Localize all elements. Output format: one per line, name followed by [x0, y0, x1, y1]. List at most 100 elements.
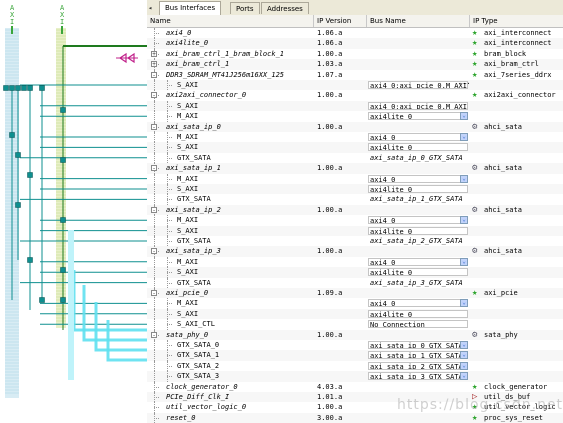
bus-name-field[interactable]: axi4_0: [368, 257, 468, 266]
row-name: M_AXI: [177, 299, 199, 308]
column-header-bus-name[interactable]: Bus Name: [367, 15, 470, 27]
ip-instance-row[interactable]: - axi_pcie_0 1.09.a ★ axi_pcie: [147, 288, 563, 299]
ip-instance-row[interactable]: - axi_sata_ip_1 1.00.a ⚙ ahci_sata: [147, 163, 563, 174]
bus-name-field[interactable]: axi4_0: [368, 133, 468, 141]
bus-interface-row[interactable]: S_AXI axi4_0:axi_pcie_0.M_AXI: [147, 100, 563, 112]
ip-instance-row[interactable]: axi4lite_0 1.06.a ★ axi_interconnect: [147, 38, 563, 49]
expand-icon[interactable]: +: [151, 61, 157, 68]
ip-instance-row[interactable]: - axi2axi_connector_0 1.00.a ★ axi2axi_conne…: [147, 90, 563, 101]
bus-interface-row[interactable]: S_AXI axi4lite_0: [147, 267, 563, 278]
bus-interface-row[interactable]: S_AXI axi4lite_0: [147, 184, 563, 195]
bus-name-field[interactable]: axi_sata_ip_0_GTX_SATA: [368, 341, 468, 349]
row-name: axi4lite_0: [166, 39, 209, 48]
collapse-icon[interactable]: -: [151, 92, 157, 99]
bus-name-field[interactable]: axi_sata_ip_2_GTX_SATA: [368, 361, 468, 370]
ip-instance-row[interactable]: - axi_sata_ip_2 1.00.a ⚙ ahci_sata: [147, 204, 563, 216]
bus-interface-row[interactable]: GTX_SATA_1 axi_sata_ip_1_GTX_SATA ⌄: [147, 350, 563, 361]
tree-guide: [154, 340, 155, 351]
bus-name-field[interactable]: axi4lite_0: [368, 112, 468, 121]
chevron-down-icon[interactable]: ⌄: [460, 257, 468, 266]
ip-instance-row[interactable]: - DDR3_SDRAM_MT41J256m16XX_125 1.07.a ★ axi_…: [147, 69, 563, 80]
chevron-down-icon[interactable]: ⌄: [460, 174, 468, 183]
bus-interface-row[interactable]: M_AXI axi4_0 ⌄: [147, 298, 563, 309]
ip-instance-row[interactable]: - axi_sata_ip_3 1.00.a ⚙ ahci_sata: [147, 246, 563, 257]
chevron-down-icon[interactable]: ⌄: [460, 361, 468, 370]
bus-node: [3, 85, 9, 91]
chevron-down-icon[interactable]: ⌄: [460, 372, 468, 381]
tab-bus-interfaces[interactable]: Bus Interfaces: [159, 1, 222, 15]
bus-interface-row[interactable]: GTX_SATA axi_sata_ip_0_GTX_SATA: [147, 152, 563, 164]
collapse-icon[interactable]: -: [151, 331, 157, 338]
chevron-down-icon[interactable]: ⌄: [460, 216, 468, 225]
tree-guide: [154, 100, 155, 112]
bus-interface-row[interactable]: M_AXI axi4_0 ⌄: [147, 256, 563, 268]
column-header-name[interactable]: Name: [147, 15, 314, 27]
bus-interface-row[interactable]: GTX_SATA axi_sata_ip_2_GTX_SATA: [147, 236, 563, 247]
chevron-down-icon[interactable]: ⌄: [460, 112, 468, 121]
ip-instance-row[interactable]: axi4_0 1.06.a ★ axi_interconnect: [147, 28, 563, 39]
bus-interface-row[interactable]: GTX_SATA axi_sata_ip_3_GTX_SATA: [147, 277, 563, 288]
expand-icon[interactable]: +: [151, 50, 157, 57]
tree-guide: [154, 371, 155, 382]
column-header-ip-version[interactable]: IP Version: [314, 15, 367, 27]
bus-interface-row[interactable]: M_AXI axi4_0 ⌄: [147, 215, 563, 226]
collapse-icon[interactable]: -: [151, 165, 157, 172]
collapse-icon[interactable]: -: [151, 248, 157, 255]
chevron-down-icon[interactable]: ⌄: [460, 133, 468, 141]
row-name: axi_pcie_0: [166, 289, 209, 297]
ip-instance-row[interactable]: reset_0 3.00.a ★ proc_sys_reset: [147, 412, 563, 423]
table-header: Name IP Version Bus Name IP Type: [147, 15, 563, 28]
ip-instance-row[interactable]: - sata_phy_0 1.00.a ⚙ sata_phy: [147, 329, 563, 340]
bus-interface-row[interactable]: GTX_SATA_0 axi_sata_ip_0_GTX_SATA ⌄: [147, 340, 563, 351]
chevron-down-icon[interactable]: ⌄: [460, 351, 468, 360]
bus-interface-row[interactable]: S_AXI_CTL No Connection: [147, 319, 563, 330]
bus-name-field[interactable]: axi4_0: [368, 174, 468, 183]
bus-interface-row[interactable]: M_AXI axi4lite_0 ⌄: [147, 111, 563, 122]
browse-button[interactable]: ···: [458, 81, 471, 89]
row-ip-type: axi_pcie: [484, 289, 518, 297]
bus-name-field[interactable]: axi4lite_0: [368, 226, 468, 235]
bus-name-field[interactable]: axi4lite_0: [368, 268, 468, 277]
bus-interface-row[interactable]: S_AXI axi4lite_0: [147, 308, 563, 320]
bus-name-field[interactable]: No Connection: [368, 320, 468, 329]
tab-addresses[interactable]: Addresses: [261, 2, 309, 14]
bus-name-field[interactable]: axi4_0: [368, 299, 468, 308]
bus-interface-row[interactable]: GTX_SATA axi_sata_ip_1_GTX_SATA: [147, 194, 563, 205]
bus-name-field[interactable]: axi4lite_0: [368, 143, 468, 152]
bus-interface-row[interactable]: GTX_SATA_3 axi_sata_ip_3_GTX_SATA ⌄: [147, 371, 563, 382]
bus-name-field[interactable]: axi4lite_0: [368, 185, 468, 193]
bus-interface-row[interactable]: GTX_SATA_2 axi_sata_ip_2_GTX_SATA ⌄: [147, 360, 563, 372]
bus-name-field[interactable]: axi_sata_ip_1_GTX_SATA: [368, 351, 468, 360]
tab-ports[interactable]: Ports: [230, 2, 260, 14]
ip-instance-row[interactable]: + axi_bram_ctrl_1 1.03.a ★ axi_bram_ctrl: [147, 59, 563, 70]
ip-instance-row[interactable]: - axi_sata_ip_0 1.00.a ⚙ ahci_sata: [147, 121, 563, 132]
bus-interface-row[interactable]: M_AXI axi4_0 ⌄: [147, 173, 563, 184]
bus-interface-row[interactable]: S_AXI axi4lite_0: [147, 225, 563, 236]
ip-instance-row[interactable]: + axi_bram_ctrl_1_bram_block_1 1.00.a ★ bram…: [147, 48, 563, 60]
scroll-left-icon[interactable]: ◂: [148, 4, 152, 12]
collapse-icon[interactable]: -: [151, 71, 157, 78]
bus-name-field[interactable]: axi4_0:axi_pcie_0.M_AXI: [368, 81, 468, 89]
bus-name-field[interactable]: axi_sata_ip_3_GTX_SATA: [368, 372, 468, 381]
bus-interface-row[interactable]: M_AXI axi4_0 ⌄: [147, 132, 563, 143]
row-ip-type: ahci_sata: [484, 122, 522, 131]
bus-interface-row[interactable]: S_AXI axi4lite_0: [147, 142, 563, 153]
collapse-icon[interactable]: -: [151, 290, 157, 297]
bus-interface-row[interactable]: S_AXI axi4_0:axi_pcie_0.M_AXI ···: [147, 80, 563, 91]
chevron-down-icon[interactable]: ⌄: [460, 299, 468, 308]
collapse-icon[interactable]: -: [151, 206, 157, 213]
row-ip-version: 1.00.a: [317, 49, 343, 58]
collapse-icon[interactable]: -: [151, 123, 157, 130]
star-icon: ★: [472, 48, 478, 59]
tree-branch: [167, 199, 172, 201]
bus-name-field[interactable]: axi4_0: [368, 216, 468, 225]
chevron-down-icon[interactable]: ⌄: [460, 341, 468, 349]
row-name: axi_bram_ctrl_1_bram_block_1: [166, 49, 285, 58]
bus-name-field[interactable]: axi4_0:axi_pcie_0.M_AXI: [368, 101, 468, 110]
row-name: M_AXI: [177, 133, 199, 141]
row-name: axi_sata_ip_3: [166, 247, 221, 256]
tree-branch: [167, 376, 172, 378]
bus-name-field[interactable]: axi4lite_0: [368, 309, 468, 318]
column-header-ip-type[interactable]: IP Type: [470, 15, 563, 27]
ip-instance-row[interactable]: clock_generator_0 4.03.a ★ clock_generator: [147, 381, 563, 392]
